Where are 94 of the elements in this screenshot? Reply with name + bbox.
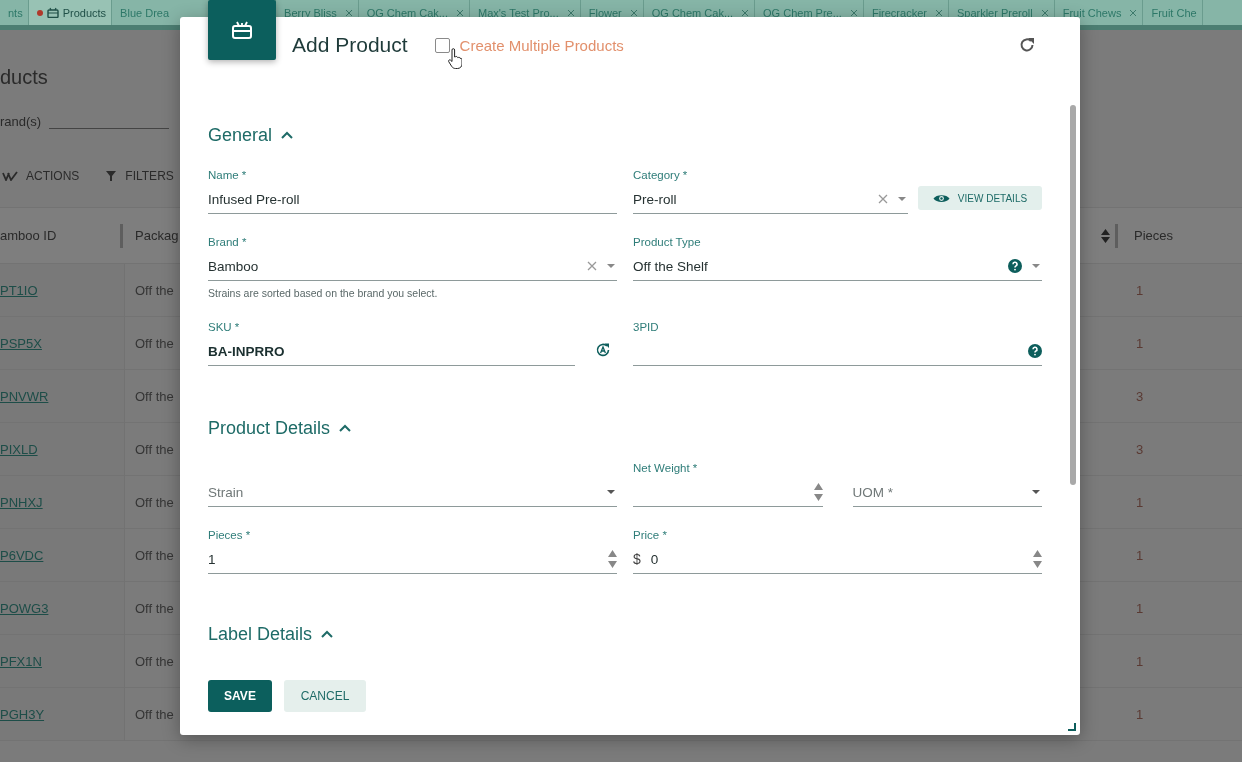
resize-handle-icon[interactable] — [1068, 723, 1076, 731]
eye-icon — [932, 192, 950, 204]
field-label: Name * — [208, 169, 248, 183]
chevron-icon — [321, 630, 334, 638]
tab[interactable]: Products — [28, 0, 113, 25]
dropdown-field[interactable]: Off the Shelf — [633, 252, 1042, 281]
sort-icon[interactable] — [1101, 229, 1110, 243]
column-header[interactable]: amboo ID — [0, 228, 57, 243]
cancel-button[interactable]: CANCEL — [284, 680, 366, 712]
number-field[interactable]: $ 0 — [633, 545, 1042, 574]
close-icon[interactable] — [741, 8, 750, 17]
dropdown-field[interactable]: Bamboo — [208, 252, 617, 281]
column-header[interactable]: Pieces — [1134, 228, 1174, 243]
field-label: Net Weight * — [633, 462, 699, 476]
dropdown-field[interactable]: UOM * — [852, 478, 1042, 507]
close-icon[interactable] — [455, 8, 464, 17]
column-header[interactable]: Packag — [135, 228, 179, 243]
refresh-icon[interactable] — [1018, 36, 1036, 54]
table-cell: 3 — [1136, 441, 1144, 457]
gift-box-icon — [231, 20, 253, 40]
filter-label: rand(s) — [0, 114, 42, 129]
close-icon[interactable] — [1129, 8, 1138, 17]
close-icon[interactable] — [344, 8, 353, 17]
table-cell: Off the — [135, 282, 174, 298]
regenerate-icon[interactable] — [595, 342, 611, 358]
actions-button[interactable]: ACTIONS — [0, 169, 80, 183]
product-id-link[interactable]: PSP5X — [0, 335, 42, 351]
field-label: SKU * — [208, 321, 241, 335]
field-label: 3PID — [633, 321, 660, 335]
stepper-icon[interactable] — [608, 549, 617, 569]
product-id-link[interactable]: PT1IO — [0, 282, 38, 298]
section-header[interactable]: Product Details — [208, 416, 1042, 440]
table-cell: Off the — [135, 653, 174, 669]
table-cell: Off the — [135, 388, 174, 404]
table-cell: Off the — [135, 706, 174, 722]
table-cell: Off the — [135, 547, 174, 563]
filters-button[interactable]: FILTERS — [103, 169, 174, 183]
table-cell: Off the — [135, 494, 174, 510]
field-label: Price * — [633, 529, 668, 543]
table-cell: 1 — [1136, 706, 1144, 722]
product-id-link[interactable]: PFX1N — [0, 653, 42, 669]
close-icon[interactable] — [629, 8, 638, 17]
product-id-link[interactable]: POWG3 — [0, 600, 49, 616]
field-label: Brand * — [208, 236, 248, 250]
text-field[interactable]: BA-INPRRO — [208, 337, 575, 366]
table-cell: 1 — [1136, 335, 1144, 351]
field-hint: Strains are sorted based on the brand you select. — [208, 287, 439, 299]
help-icon[interactable] — [1028, 344, 1042, 358]
chevron-icon — [281, 131, 294, 139]
stepper-icon[interactable] — [813, 482, 823, 502]
clear-icon[interactable] — [587, 261, 597, 271]
table-cell: Off the — [135, 600, 174, 616]
dialog-title: Add Product — [292, 33, 408, 57]
help-icon[interactable] — [1008, 259, 1022, 273]
dropdown-caret-icon — [607, 490, 615, 494]
checkbox[interactable] — [434, 37, 450, 53]
save-button[interactable]: SAVE — [208, 680, 272, 712]
table-cell: 1 — [1136, 547, 1144, 563]
close-icon[interactable] — [849, 8, 858, 17]
table-cell: 1 — [1136, 282, 1144, 298]
close-icon[interactable] — [566, 8, 575, 17]
product-id-link[interactable]: PGH3Y — [0, 706, 45, 722]
field-label: Pieces * — [208, 529, 252, 543]
dropdown-field[interactable]: Strain — [208, 478, 617, 507]
close-icon[interactable] — [1040, 8, 1049, 17]
clear-icon[interactable] — [878, 194, 888, 204]
product-id-link[interactable]: PIXLD — [0, 441, 38, 457]
checkbox-label[interactable]: Create Multiple Products — [459, 36, 624, 54]
view-details-button[interactable]: VIEW DETAILS — [918, 186, 1042, 210]
chevron-icon — [339, 424, 352, 432]
dropdown-field[interactable]: Pre-roll — [633, 185, 908, 214]
hand-cursor-icon — [448, 48, 462, 70]
section-header[interactable]: General — [208, 123, 1042, 147]
table-cell: 1 — [1136, 653, 1144, 669]
close-icon[interactable] — [934, 8, 943, 17]
field-label: Category * — [633, 169, 689, 183]
table-cell: 1 — [1136, 494, 1144, 510]
table-cell: Off the — [135, 335, 174, 351]
table-cell: 3 — [1136, 388, 1144, 404]
check-marks-icon — [2, 171, 18, 181]
product-id-link[interactable]: P6VDC — [0, 547, 44, 563]
dropdown-caret-icon — [1032, 490, 1040, 494]
product-id-link[interactable]: PNHXJ — [0, 494, 43, 510]
field-label: Product Type — [633, 236, 702, 250]
page-title: ducts — [0, 66, 49, 90]
table-cell: 1 — [1136, 600, 1144, 616]
section-header[interactable]: Label Details — [208, 622, 1042, 646]
text-field[interactable]: Infused Pre-roll — [208, 185, 617, 214]
number-field[interactable]: 1 — [208, 545, 617, 574]
filter-icon — [105, 170, 118, 182]
product-id-link[interactable]: PNVWR — [0, 388, 49, 404]
dropdown-caret-icon — [898, 197, 906, 201]
stepper-icon[interactable] — [1033, 549, 1042, 569]
table-cell: Off the — [135, 441, 174, 457]
